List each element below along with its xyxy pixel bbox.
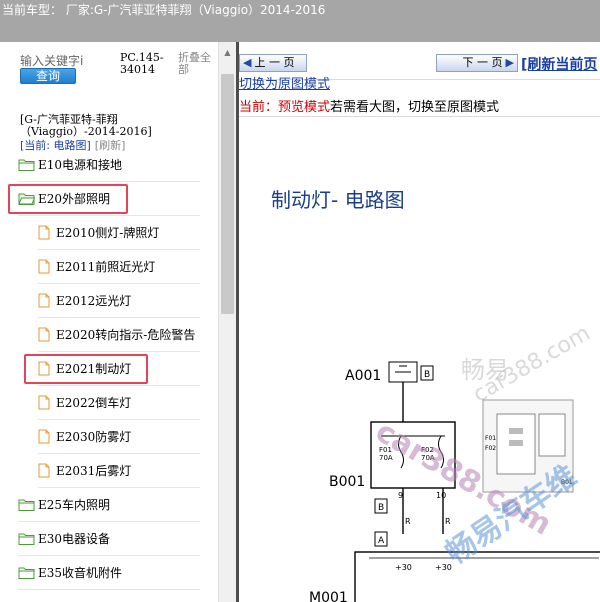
scroll-up-arrow-icon[interactable]: ▲ xyxy=(221,46,234,60)
fusebox-inset-fuse xyxy=(509,440,523,446)
wire-r-label: R xyxy=(405,517,411,526)
tree-item-label: E25车内照明 xyxy=(38,498,111,512)
wire-10-label: 10 xyxy=(436,491,446,500)
tree-item-label: E30电器设备 xyxy=(38,532,111,546)
mode-status-line: 当前：预览模式若需看大图，切换至原图模式 xyxy=(239,96,499,115)
nav-bar: ◀ 上 一 页 下 一 页 ▶ [刷新当前页 xyxy=(239,42,600,80)
switch-original-mode-link[interactable]: 切换为原图模式 xyxy=(239,78,330,92)
fusebox-inset-fuse xyxy=(509,428,523,434)
inset-f01-label: F01 xyxy=(485,435,496,442)
label-b001: B001 xyxy=(329,474,365,490)
tree-item-folder[interactable]: E35收音机附件 xyxy=(18,556,200,590)
fuse-f01-amp: 70A xyxy=(379,454,393,462)
tree-item-label: E2022倒车灯 xyxy=(56,396,132,410)
tree-item-label: E10电源和接地 xyxy=(38,158,123,172)
tree-item-label: E2010侧灯-牌照灯 xyxy=(56,226,160,240)
tree-item-label: E2020转向指示-危险警告 xyxy=(56,328,196,342)
wiring-diagram: 制动灯- 电路图 A001 B B001 F01 70A F02 70A F01… xyxy=(239,118,600,602)
module-p30-label: +30 xyxy=(435,563,452,572)
sidebar: 输入关键字i 查询 PC.145- 34014 折叠全 部 [G-广汽菲亚特-菲… xyxy=(0,42,236,602)
wire-9-label: 9 xyxy=(398,491,403,500)
document-icon xyxy=(38,429,56,444)
folder-icon xyxy=(18,159,38,171)
folder-icon xyxy=(18,567,38,579)
tree-item-label: E2011前照近光灯 xyxy=(56,260,156,274)
inset-f02-label: F02 xyxy=(485,445,496,452)
wire-r-label: R xyxy=(445,517,451,526)
folder-icon xyxy=(18,499,38,511)
fuse-f02-label: F02 xyxy=(421,446,434,454)
tree-item-document[interactable]: E2010侧灯-牌照灯 xyxy=(38,216,200,250)
mode-hint: 若需看大图，切换至原图模式 xyxy=(330,100,500,115)
document-icon xyxy=(38,463,56,478)
window-titlebar: 当前车型： 厂家:G-广汽菲亚特菲翔（Viaggio）2014-2016 xyxy=(0,0,600,42)
mode-preview-label: 预览模式 xyxy=(278,100,331,115)
document-icon xyxy=(38,395,56,410)
module-m001 xyxy=(354,551,600,602)
search-input[interactable]: 输入关键字i xyxy=(20,54,118,68)
document-icon xyxy=(38,327,56,342)
highlight-box xyxy=(8,184,128,214)
collapse-all-line2: 部 xyxy=(178,63,189,76)
arrow-left-icon: ◀ xyxy=(243,56,252,69)
mode-current-label: 当前： xyxy=(239,100,279,115)
tree-item-folder[interactable]: E25车内照明 xyxy=(18,488,200,522)
tree-item-label: E2030防雾灯 xyxy=(56,430,132,444)
diagram-svg: A001 B B001 F01 70A F02 70A F01 F02 B01 … xyxy=(309,361,600,602)
car-path-line2: （Viaggio）-2014-2016] xyxy=(20,125,152,138)
tree-item-document[interactable]: E2011前照近光灯 xyxy=(38,250,200,284)
prev-page-label: 上 一 页 xyxy=(254,56,295,69)
tree-item-document[interactable]: E2012远光灯 xyxy=(38,284,200,318)
module-p30-label: +30 xyxy=(395,563,412,572)
tree-item-folder[interactable]: E10电源和接地 xyxy=(18,148,200,182)
fusebox-inset-relay xyxy=(538,413,566,457)
tree-item-document[interactable]: E2022倒车灯 xyxy=(38,386,200,420)
tree-item-folder[interactable]: E30电器设备 xyxy=(18,522,200,556)
connector-b-label: B xyxy=(424,370,430,380)
prev-page-button[interactable]: ◀ 上 一 页 xyxy=(239,54,307,72)
connector-b-label: B xyxy=(378,503,384,513)
search-area: 输入关键字i 查询 xyxy=(20,54,118,86)
pc-code-line2: 34014 xyxy=(120,63,155,76)
scroll-thumb[interactable] xyxy=(221,74,234,314)
arrow-right-icon: ▶ xyxy=(505,56,514,69)
search-button[interactable]: 查询 xyxy=(20,68,76,84)
next-page-label: 下 一 页 xyxy=(462,56,503,69)
fuse-f02-amp: 70A xyxy=(421,454,435,462)
document-icon xyxy=(38,225,56,240)
highlight-box xyxy=(24,354,148,384)
sidebar-scrollbar[interactable]: ▲ xyxy=(218,42,236,602)
tree-item-label: E2012远光灯 xyxy=(56,294,132,308)
tree-item-document[interactable]: E2031后雾灯 xyxy=(38,454,200,488)
label-a001: A001 xyxy=(345,368,381,384)
tree-item-label: E35收音机附件 xyxy=(38,566,123,580)
tree-item-document[interactable]: E2030防雾灯 xyxy=(38,420,200,454)
tree-item-label: E2031后雾灯 xyxy=(56,464,132,478)
document-icon xyxy=(38,293,56,308)
folder-icon xyxy=(18,533,38,545)
refresh-page-link[interactable]: [刷新当前页 xyxy=(521,54,597,74)
document-icon xyxy=(38,259,56,274)
next-page-button[interactable]: 下 一 页 ▶ xyxy=(436,54,518,72)
tree-item-document[interactable]: E2020转向指示-危险警告 xyxy=(38,318,200,352)
pc-code: PC.145- 34014 xyxy=(120,52,172,76)
label-m001: M001 xyxy=(309,590,348,602)
collapse-all-link[interactable]: 折叠全 部 xyxy=(178,52,218,76)
window-title: 当前车型： 厂家:G-广汽菲亚特菲翔（Viaggio）2014-2016 xyxy=(2,3,326,17)
fuse-f01-label: F01 xyxy=(379,446,392,454)
main-pane: ◀ 上 一 页 下 一 页 ▶ [刷新当前页 切换为原图模式 当前：预览模式若需… xyxy=(239,42,600,602)
divider xyxy=(239,116,600,117)
car-path: [G-广汽菲亚特-菲翔 （Viaggio）-2014-2016] xyxy=(20,114,216,138)
inset-b01-label: B01 xyxy=(561,479,573,486)
connector-a-label: A xyxy=(378,536,385,546)
